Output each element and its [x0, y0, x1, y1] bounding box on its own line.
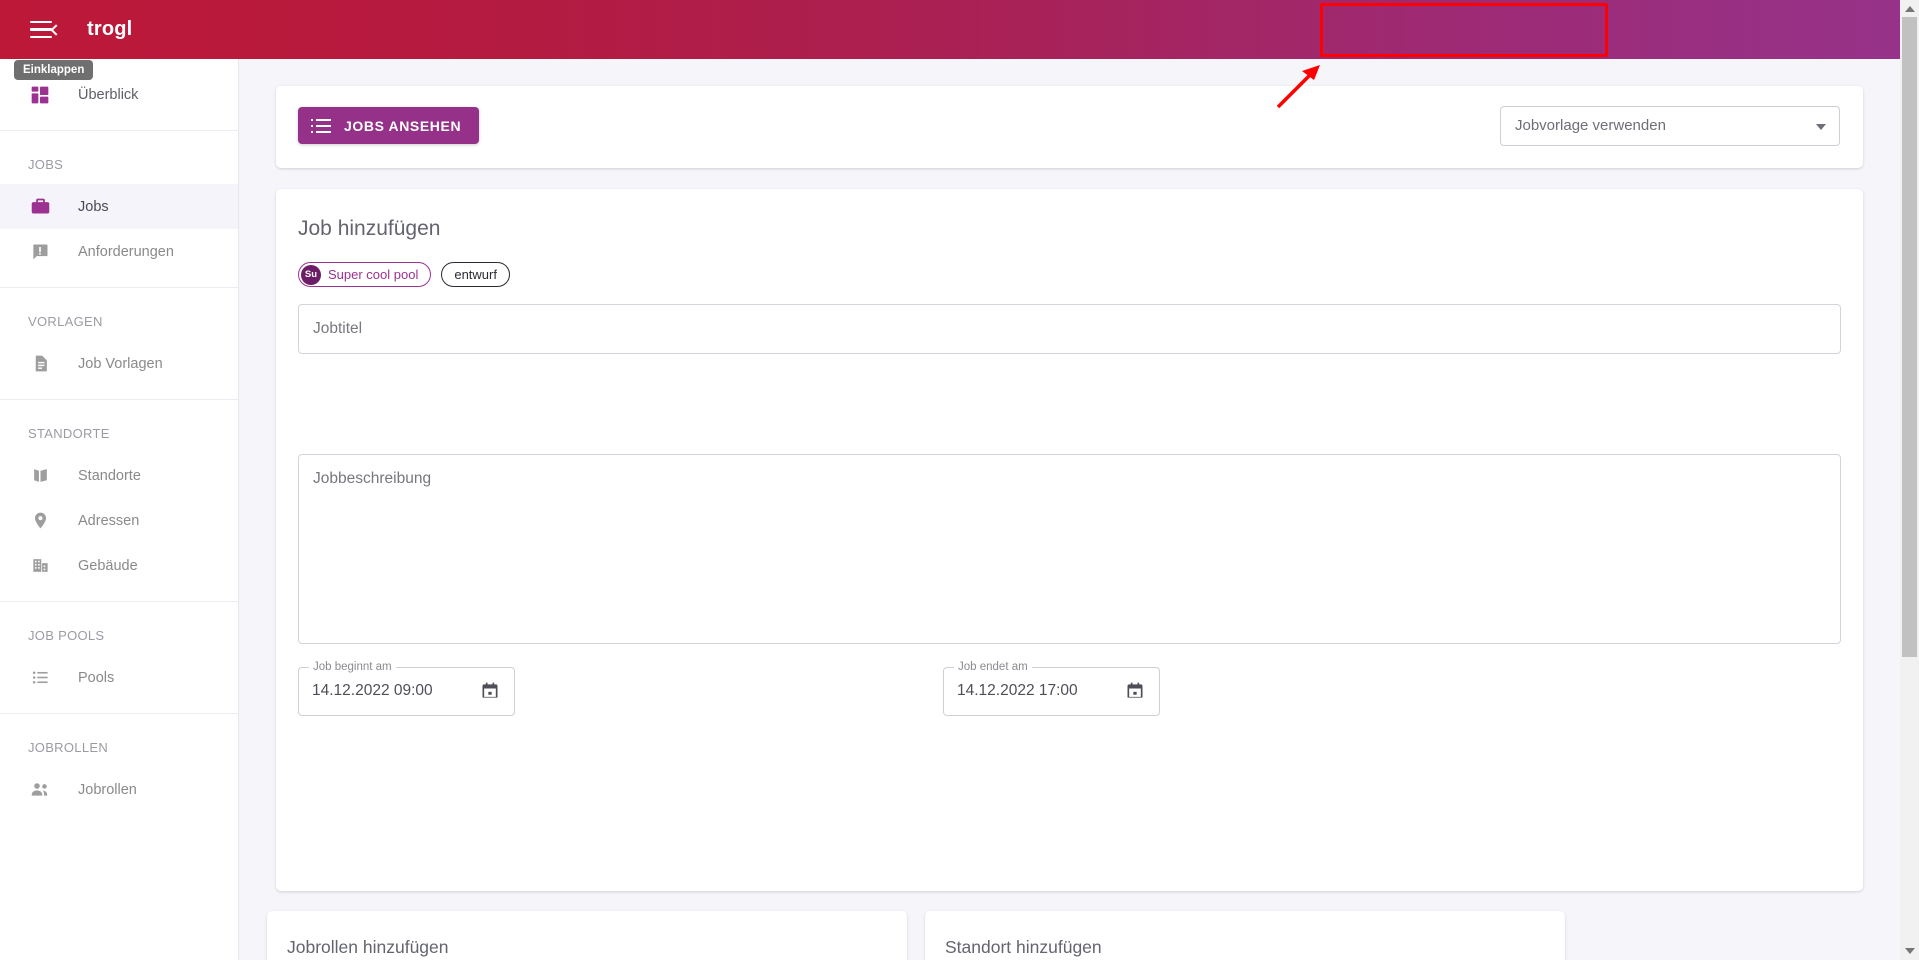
- hamburger-line: [30, 21, 52, 24]
- chevron-left-icon: [50, 24, 61, 35]
- add-job-card: Job hinzufügen Su Super cool pool entwur…: [276, 189, 1863, 891]
- sidebar-item-label: Gebäude: [78, 558, 138, 574]
- app-brand-logo: trogl: [87, 18, 132, 41]
- view-jobs-button-label: JOBS ANSEHEN: [344, 118, 461, 134]
- sidebar-item-label: Jobs: [78, 199, 109, 215]
- hamburger-line: [30, 36, 52, 39]
- sidebar-item-adressen[interactable]: Adressen: [0, 498, 238, 543]
- sidebar-item-standorte[interactable]: Standorte: [0, 453, 238, 498]
- sidebar-item-label: Überblick: [78, 87, 138, 103]
- menu-collapse-button[interactable]: [30, 15, 62, 45]
- collapse-tooltip: Einklappen: [14, 60, 93, 80]
- sidebar-section-jobrollen-title: JOBROLLEN: [0, 714, 238, 767]
- sidebar-section-jobs-title: JOBS: [0, 131, 238, 184]
- job-start-date-label: Job beginnt am: [309, 661, 396, 674]
- add-location-card: Standort hinzufügen Standort auswählen: [925, 911, 1565, 960]
- job-start-date-field[interactable]: Job beginnt am 14.12.2022 09:00: [298, 667, 515, 716]
- hamburger-line: [30, 28, 52, 31]
- chip-avatar: Su: [301, 265, 321, 285]
- scroll-down-arrow-icon[interactable]: [1905, 948, 1915, 954]
- annotation-arrow: [1270, 63, 1330, 113]
- sidebar-item-label: Jobrollen: [78, 782, 137, 798]
- sidebar-section-standorte-title: STANDORTE: [0, 400, 238, 453]
- scroll-up-arrow-icon[interactable]: [1905, 6, 1915, 12]
- requirements-icon: [28, 240, 52, 264]
- job-end-date-field[interactable]: Job endet am 14.12.2022 17:00: [943, 667, 1160, 716]
- list-icon: [316, 117, 331, 135]
- sidebar-item-label: Adressen: [78, 513, 139, 529]
- briefcase-icon: [28, 195, 52, 219]
- sidebar-item-jobrollen[interactable]: Jobrollen: [0, 767, 238, 812]
- chip-job-pool[interactable]: Su Super cool pool: [298, 262, 431, 287]
- job-template-select-value: Jobvorlage verwenden: [1515, 117, 1666, 134]
- job-end-date-value: 14.12.2022 17:00: [957, 682, 1078, 700]
- sidebar-item-jobs[interactable]: Jobs: [0, 184, 238, 229]
- sidebar-item-label: Standorte: [78, 468, 141, 484]
- sidebar-item-anforderungen[interactable]: Anforderungen: [0, 229, 238, 274]
- job-title-placeholder: Jobtitel: [313, 320, 362, 338]
- job-end-date-label: Job endet am: [954, 661, 1032, 674]
- add-job-roles-card: Jobrollen hinzufügen Jobrollen auswählen: [267, 911, 907, 960]
- job-title-input[interactable]: Jobtitel: [298, 304, 1841, 354]
- view-jobs-button[interactable]: JOBS ANSEHEN: [298, 107, 479, 144]
- sidebar-item-pools[interactable]: Pools: [0, 655, 238, 700]
- app-header: trogl: [0, 0, 1900, 59]
- page-scrollbar[interactable]: [1900, 0, 1919, 960]
- sidebar-item-gebaude[interactable]: Gebäude: [0, 543, 238, 588]
- job-template-select[interactable]: Jobvorlage verwenden: [1500, 106, 1840, 146]
- location-pin-icon: [28, 509, 52, 533]
- job-description-input[interactable]: Jobbeschreibung: [298, 454, 1841, 644]
- dashboard-icon: [28, 83, 52, 107]
- chip-label: Super cool pool: [328, 267, 418, 282]
- calendar-icon[interactable]: [480, 681, 500, 701]
- people-icon: [28, 778, 52, 802]
- sidebar-item-job-vorlagen[interactable]: Job Vorlagen: [0, 341, 238, 386]
- toolbar-card: JOBS ANSEHEN Jobvorlage verwenden: [276, 86, 1863, 168]
- map-icon: [28, 464, 52, 488]
- sidebar-item-label: Anforderungen: [78, 244, 174, 260]
- chevron-down-icon: [1816, 124, 1826, 130]
- job-roles-title: Jobrollen hinzufügen: [287, 937, 449, 958]
- location-title: Standort hinzufügen: [945, 937, 1102, 958]
- building-icon: [28, 554, 52, 578]
- calendar-icon[interactable]: [1125, 681, 1145, 701]
- chip-label: entwurf: [454, 267, 497, 282]
- sidebar: Überblick JOBS Jobs Anforderungen VORLAG…: [0, 59, 239, 960]
- job-description-placeholder: Jobbeschreibung: [313, 470, 431, 488]
- job-chips: Su Super cool pool entwurf: [298, 262, 510, 287]
- job-start-date-value: 14.12.2022 09:00: [312, 682, 433, 700]
- document-icon: [28, 352, 52, 376]
- list-icon: [28, 666, 52, 690]
- sidebar-section-vorlagen-title: VORLAGEN: [0, 288, 238, 341]
- sidebar-item-label: Pools: [78, 670, 114, 686]
- page-title: Job hinzufügen: [298, 217, 440, 241]
- main-content: JOBS ANSEHEN Jobvorlage verwenden Job hi…: [239, 59, 1900, 960]
- sidebar-section-job-pools-title: JOB POOLS: [0, 602, 238, 655]
- scrollbar-thumb[interactable]: [1902, 17, 1917, 657]
- sidebar-item-label: Job Vorlagen: [78, 356, 163, 372]
- chip-status-draft[interactable]: entwurf: [441, 262, 510, 287]
